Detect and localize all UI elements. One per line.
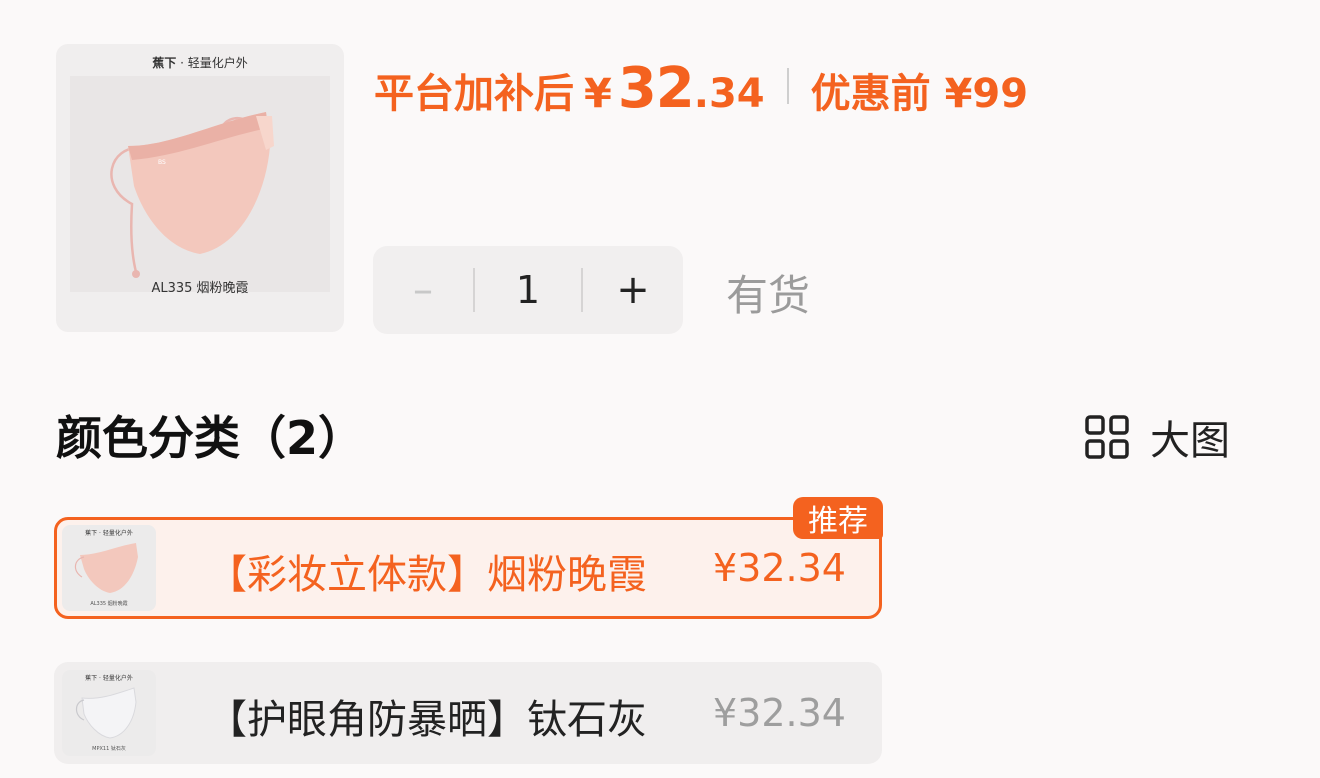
product-image[interactable]: 蕉下 · 轻量化户外 BS AL335 烟粉晚霞 [56, 44, 344, 332]
option-price: ¥32.34 [713, 546, 846, 590]
quantity-stepper: – 1 + [373, 246, 683, 334]
large-view-label: 大图 [1150, 418, 1230, 464]
color-option-gray[interactable]: 蕉下 · 轻量化户外 MPX11 钛石灰 【护眼角防暴晒】钛石灰 ¥32.34 [54, 662, 882, 764]
price-decimal: .34 [693, 71, 765, 117]
product-photo-frame: BS [70, 76, 330, 292]
color-option-pink[interactable]: 蕉下 · 轻量化户外 AL335 烟粉晚霞 【彩妆立体款】烟粉晚霞 ¥32.34 [54, 517, 882, 619]
option-thumbnail: 蕉下 · 轻量化户外 AL335 烟粉晚霞 [62, 525, 156, 611]
price-label: 平台加补后 [374, 71, 574, 117]
product-brand: 蕉下 · 轻量化户外 [56, 54, 344, 71]
recommend-badge: 推荐 [793, 497, 883, 539]
thumb-caption: MPX11 钛石灰 [92, 746, 126, 752]
large-view-toggle[interactable]: 大图 [1084, 408, 1230, 466]
original-price: 优惠前 ¥99 [810, 71, 1029, 117]
svg-text:BS: BS [158, 159, 166, 166]
product-caption: AL335 烟粉晚霞 [151, 281, 249, 296]
quantity-value[interactable]: 1 [475, 246, 581, 334]
increase-button[interactable]: + [583, 246, 683, 334]
option-label: 【护眼角防暴晒】钛石灰 [207, 697, 647, 743]
mask-gray-thumbnail [75, 687, 137, 739]
price-integer: 32 [617, 56, 695, 121]
mask-pink-illustration: BS [110, 112, 274, 278]
brand-name: 蕉下 [152, 56, 177, 70]
thumb-caption: AL335 烟粉晚霞 [90, 601, 128, 607]
option-price: ¥32.34 [713, 691, 846, 735]
mask-pink-thumbnail [74, 543, 138, 593]
price-row: 平台加补后 ¥ 32 .34 优惠前 ¥99 [374, 56, 1029, 121]
price-divider [786, 68, 789, 104]
option-label: 【彩妆立体款】烟粉晚霞 [207, 552, 647, 598]
thumb-brand: 蕉下 · 轻量化户外 [85, 530, 133, 537]
option-thumbnail: 蕉下 · 轻量化户外 MPX11 钛石灰 [62, 670, 156, 756]
brand-slogan: · 轻量化户外 [180, 56, 248, 70]
thumb-brand: 蕉下 · 轻量化户外 [85, 675, 133, 682]
decrease-button[interactable]: – [373, 246, 473, 334]
grid-icon [1085, 415, 1129, 459]
price-currency: ¥ [584, 71, 612, 117]
color-category-title: 颜色分类（2） [56, 411, 365, 465]
stock-status: 有货 [726, 271, 811, 320]
